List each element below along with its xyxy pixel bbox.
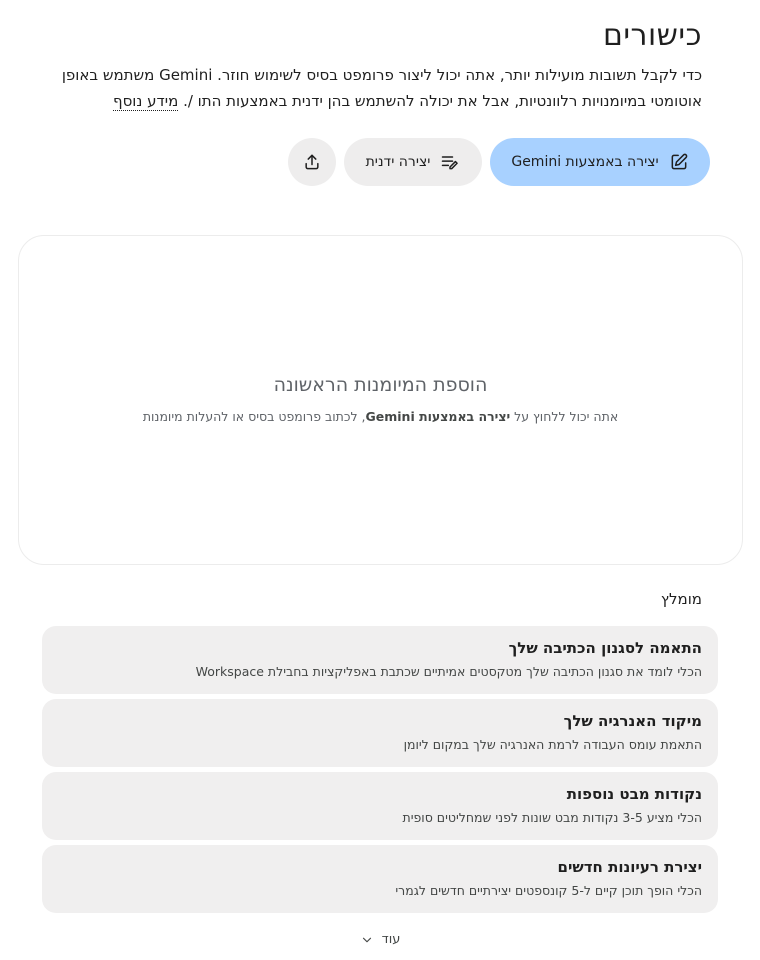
actions-bar: יצירה באמצעות Gemini יצירה ידנית bbox=[288, 138, 710, 186]
empty-sub-suffix: , לכתוב פרומפט בסיס או להעלות מיומנות bbox=[142, 409, 366, 424]
recommended-item-desc: הכלי הופך תוכן קיים ל-5 קונספטים יצירתיי… bbox=[395, 883, 702, 898]
recommended-item-title: התאמה לסגנון הכתיבה שלך bbox=[508, 639, 702, 657]
recommended-item[interactable]: יצירת רעיונות חדשים הכלי הופך תוכן קיים … bbox=[42, 845, 718, 913]
show-more-label: עוד bbox=[381, 932, 401, 947]
create-manual-label: יצירה ידנית bbox=[365, 154, 431, 170]
upload-button[interactable] bbox=[288, 138, 336, 186]
recommended-item[interactable]: נקודות מבט נוספות הכלי מציע 3-5 נקודות מ… bbox=[42, 772, 718, 840]
empty-state-subtitle: אתה יכול ללחוץ על יצירה באמצעות Gemini, … bbox=[19, 409, 742, 424]
create-with-gemini-label: יצירה באמצעות Gemini bbox=[511, 154, 659, 170]
recommended-item-title: נקודות מבט נוספות bbox=[566, 785, 702, 803]
edit-icon bbox=[671, 153, 687, 170]
empty-state-title: הוספת המיומנות הראשונה bbox=[273, 374, 488, 396]
recommended-heading: מומלץ bbox=[660, 590, 702, 608]
upload-icon bbox=[305, 154, 319, 170]
empty-sub-bold: יצירה באמצעות Gemini bbox=[365, 409, 511, 424]
recommended-item-title: מיקוד האנרגיה שלך bbox=[563, 712, 702, 730]
page-title: כישורים bbox=[602, 18, 702, 53]
recommended-item-desc: הכלי לומד את סגנון הכתיבה שלך מטקסטים אמ… bbox=[195, 664, 702, 679]
empty-state-card: הוספת המיומנות הראשונה אתה יכול ללחוץ על… bbox=[18, 235, 743, 565]
learn-more-link[interactable]: מידע נוסף bbox=[112, 92, 179, 111]
show-more-button[interactable]: עוד bbox=[0, 932, 760, 947]
chevron-down-icon bbox=[362, 937, 371, 942]
page-description: כדי לקבל תשובות מועילות יותר, אתה יכול ל… bbox=[52, 62, 702, 114]
recommended-item-desc: הכלי מציע 3-5 נקודות מבט שונות לפני שמחל… bbox=[402, 810, 702, 825]
edit-note-icon bbox=[442, 156, 459, 170]
recommended-item[interactable]: התאמה לסגנון הכתיבה שלך הכלי לומד את סגנ… bbox=[42, 626, 718, 694]
recommended-item[interactable]: מיקוד האנרגיה שלך התאמת עומס העבודה לרמת… bbox=[42, 699, 718, 767]
recommended-item-desc: התאמת עומס העבודה לרמת האנרגיה שלך במקום… bbox=[403, 737, 702, 752]
create-manual-button[interactable]: יצירה ידנית bbox=[344, 138, 482, 186]
recommended-list: התאמה לסגנון הכתיבה שלך הכלי לומד את סגנ… bbox=[42, 626, 718, 918]
create-with-gemini-button[interactable]: יצירה באמצעות Gemini bbox=[490, 138, 710, 186]
skills-page: כישורים כדי לקבל תשובות מועילות יותר, את… bbox=[0, 0, 760, 960]
empty-sub-prefix: אתה יכול ללחוץ על bbox=[510, 409, 619, 424]
recommended-item-title: יצירת רעיונות חדשים bbox=[557, 858, 703, 876]
